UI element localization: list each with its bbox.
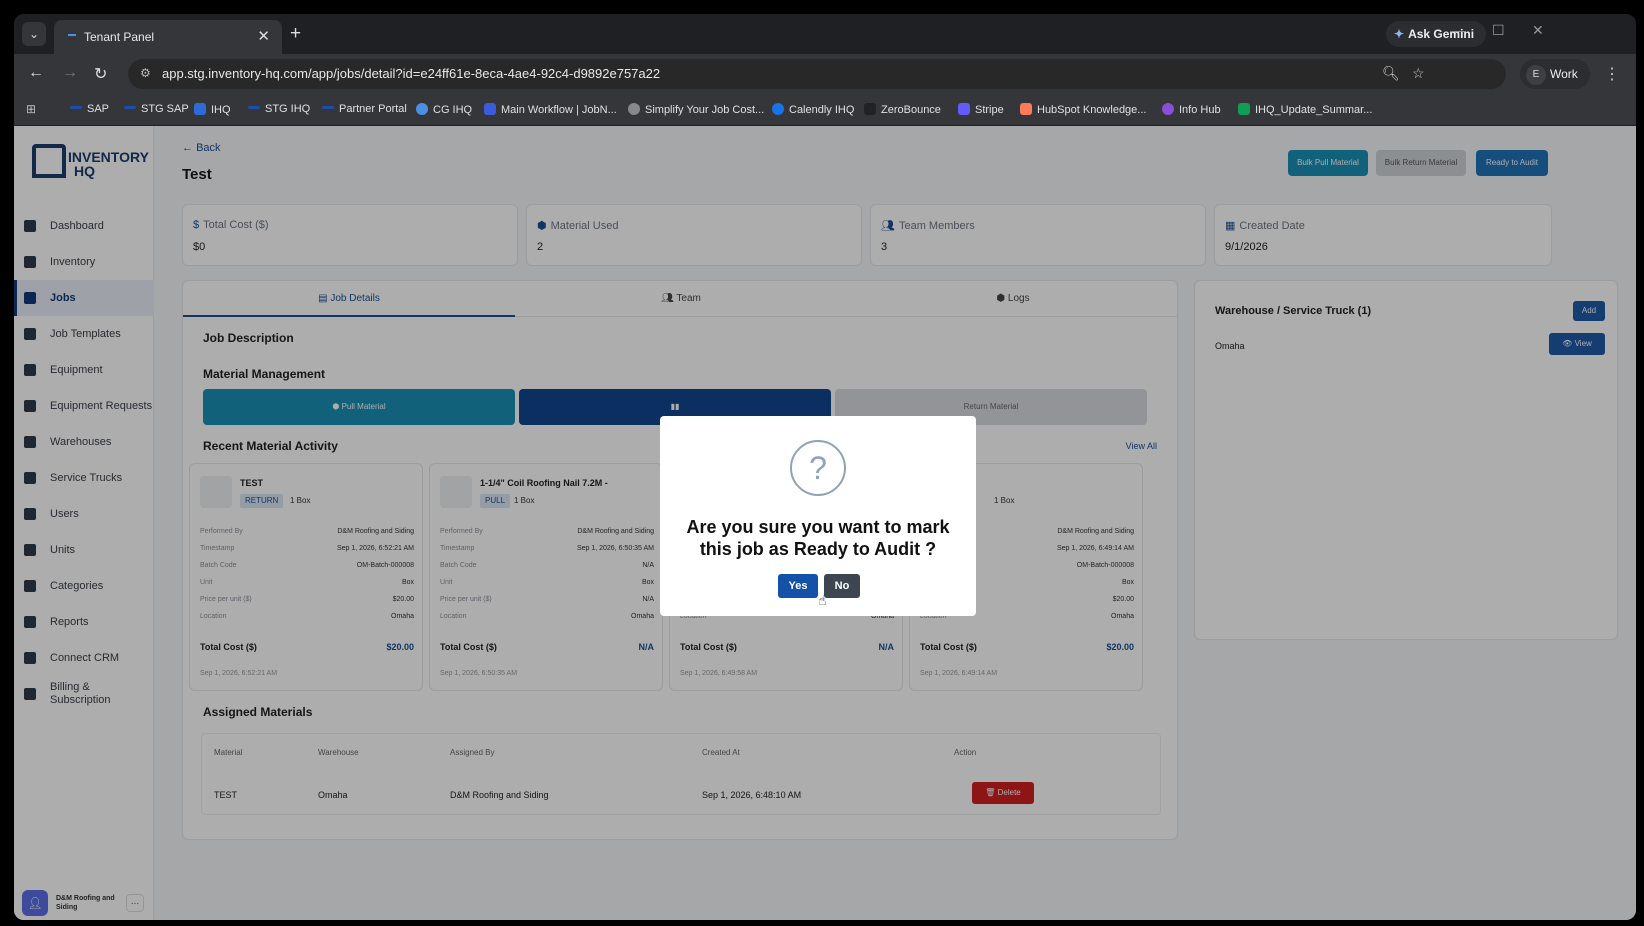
browser-menu-icon[interactable]: ⋮	[1604, 64, 1620, 84]
bookmark-label: ZeroBounce	[881, 104, 941, 116]
bookmark-label: Info Hub	[1179, 104, 1221, 116]
bookmark-label: IHQ	[211, 104, 231, 116]
browser-window: ⌄ Tenant Panel ✕ + ✦ Ask Gemini — ☐ ✕ ← →…	[14, 14, 1636, 920]
tab-search-chevron-icon[interactable]: ⌄	[22, 22, 46, 46]
address-bar[interactable]: ⚙ app.stg.inventory-hq.com/app/jobs/deta…	[128, 59, 1506, 89]
bookmark-star-icon[interactable]: ☆	[1412, 65, 1425, 82]
bookmark-label: IHQ_Update_Summar...	[1255, 104, 1373, 116]
apps-grid-icon[interactable]: ⊞	[26, 102, 36, 116]
bookmark-ihq-update[interactable]: IHQ_Update_Summar...	[1238, 103, 1372, 116]
tab-strip: ⌄ Tenant Panel ✕ + ✦ Ask Gemini — ☐ ✕	[14, 14, 1636, 54]
minimize-icon[interactable]: —	[1452, 22, 1466, 38]
bookmark-stg-ihq[interactable]: STG IHQ	[248, 103, 310, 115]
bookmark-label: Main Workflow | JobN...	[501, 104, 617, 116]
browser-toolbar: ← → ↻ ⚙ app.stg.inventory-hq.com/app/job…	[14, 54, 1636, 94]
new-tab-icon[interactable]: +	[290, 23, 301, 45]
browser-tab[interactable]: Tenant Panel ✕	[54, 20, 282, 54]
bookmark-stg-sap[interactable]: STG SAP	[124, 103, 189, 115]
tab-close-icon[interactable]: ✕	[257, 27, 270, 45]
window-close-icon[interactable]: ✕	[1532, 22, 1544, 39]
tab-title: Tenant Panel	[84, 30, 155, 44]
sheets-favicon-icon	[1238, 103, 1250, 115]
cg-ihq-favicon-icon	[416, 103, 428, 115]
globe-icon	[628, 103, 640, 115]
bookmark-cg-ihq[interactable]: CG IHQ	[416, 103, 472, 116]
sap-favicon-icon	[70, 106, 82, 109]
stg-ihq-favicon-icon	[248, 106, 260, 109]
forward-arrow-icon[interactable]: →	[62, 64, 78, 82]
workflow-favicon-icon	[484, 103, 496, 115]
zerobounce-favicon-icon	[864, 103, 876, 115]
url-text[interactable]: app.stg.inventory-hq.com/app/jobs/detail…	[162, 66, 660, 81]
site-info-icon[interactable]: ⚙	[140, 66, 151, 80]
bookmarks-bar: ⊞ SAP STG SAP IHQ STG IHQ Partner Portal…	[14, 94, 1636, 126]
hand-cursor-icon: ☝︎	[818, 592, 827, 608]
bookmark-label: Calendly IHQ	[789, 104, 855, 116]
profile-avatar: E	[1526, 64, 1546, 85]
confirm-dialog: ? Are you sure you want to mark this job…	[660, 416, 976, 616]
bookmark-info-hub[interactable]: Info Hub	[1162, 103, 1221, 116]
ihq-favicon-icon	[194, 103, 206, 115]
bookmark-simplify[interactable]: Simplify Your Job Cost...	[628, 103, 764, 116]
bookmark-label: Partner Portal	[339, 103, 407, 115]
bookmark-label: STG SAP	[141, 103, 189, 115]
bookmark-calendly[interactable]: Calendly IHQ	[772, 103, 854, 116]
bookmark-hubspot[interactable]: HubSpot Knowledge...	[1020, 103, 1146, 116]
ask-gemini-button[interactable]: ✦ Ask Gemini	[1386, 21, 1486, 47]
no-button[interactable]: No	[824, 574, 860, 598]
bookmark-label: HubSpot Knowledge...	[1037, 104, 1147, 116]
stg-sap-favicon-icon	[124, 106, 136, 109]
bookmark-label: Stripe	[975, 104, 1004, 116]
app-viewport: INVENTORY HQ Dashboard Inventory Jobs Job…	[14, 126, 1636, 920]
profile-button[interactable]: E Work	[1520, 59, 1590, 89]
info-hub-favicon-icon	[1162, 103, 1174, 115]
profile-label: Work	[1550, 67, 1578, 81]
calendly-favicon-icon	[772, 103, 784, 115]
bookmark-main-workflow[interactable]: Main Workflow | JobN...	[484, 103, 617, 116]
question-icon: ?	[790, 440, 846, 496]
stripe-favicon-icon	[958, 103, 970, 115]
hubspot-favicon-icon	[1020, 103, 1032, 115]
maximize-icon[interactable]: ☐	[1492, 22, 1505, 39]
bookmark-ihq[interactable]: IHQ	[194, 103, 231, 116]
bookmark-stripe[interactable]: Stripe	[958, 103, 1004, 116]
tab-favicon-icon	[68, 34, 76, 36]
zoom-icon[interactable]: 🔍︎	[1382, 65, 1400, 82]
gemini-star-icon: ✦	[1394, 27, 1405, 41]
confirm-message: Are you sure you want to mark this job a…	[686, 517, 950, 559]
back-arrow-icon[interactable]: ←	[28, 64, 44, 82]
bookmark-sap[interactable]: SAP	[70, 103, 109, 115]
partner-portal-favicon-icon	[322, 106, 334, 109]
reload-icon[interactable]: ↻	[94, 64, 107, 84]
bookmark-label: Simplify Your Job Cost...	[645, 104, 765, 116]
bookmark-label: SAP	[87, 103, 110, 115]
bookmark-label: STG IHQ	[265, 103, 311, 115]
bookmark-zerobounce[interactable]: ZeroBounce	[864, 103, 941, 116]
yes-button[interactable]: Yes	[778, 574, 818, 598]
bookmark-partner-portal[interactable]: Partner Portal	[322, 103, 407, 115]
bookmark-label: CG IHQ	[433, 104, 473, 116]
